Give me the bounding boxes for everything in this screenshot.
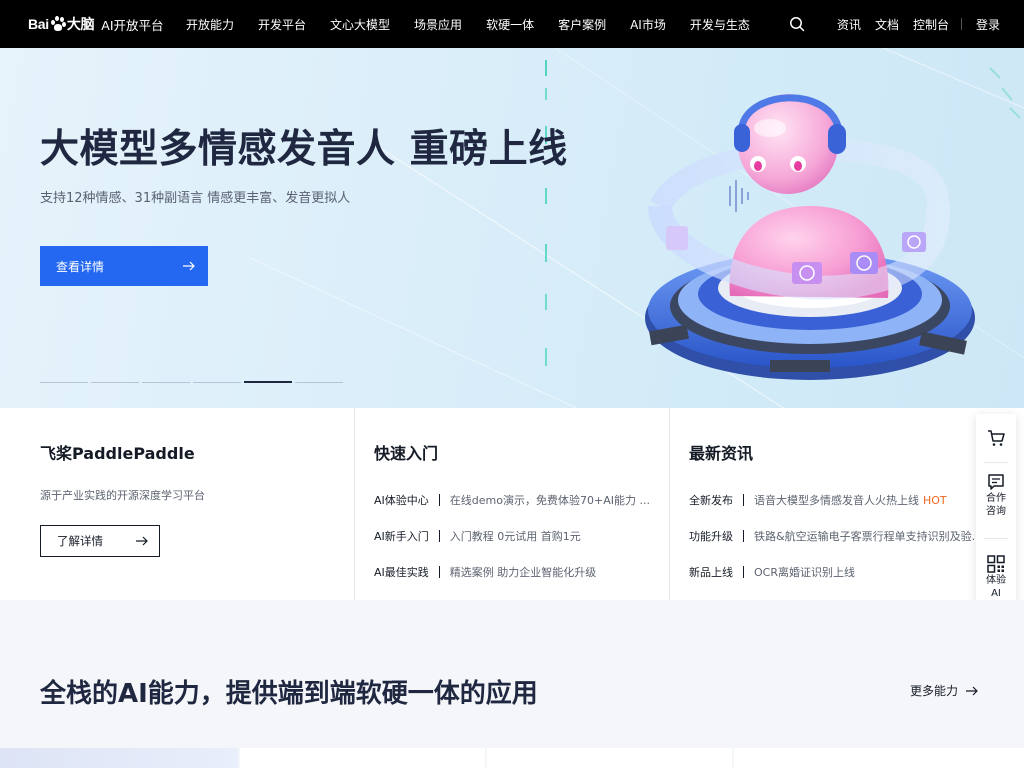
- capability-card[interactable]: [0, 748, 238, 768]
- search-icon[interactable]: [789, 16, 805, 32]
- quickstart-item-key: AI体验中心: [374, 494, 429, 507]
- carousel-dot[interactable]: [91, 382, 139, 383]
- carousel-dot[interactable]: [40, 382, 88, 383]
- capability-card[interactable]: [734, 748, 1024, 768]
- item-separator: [743, 566, 744, 578]
- quickstart-list: AI体验中心 在线demo演示，免费体验70+AI能力 ... AI新手入门 入…: [374, 482, 664, 590]
- arrow-right-icon: [136, 536, 148, 546]
- nav-right-links: 资讯 文档 控制台 登录: [789, 0, 1000, 48]
- baidu-logo[interactable]: Bai 大脑: [28, 14, 95, 34]
- news-item-key: 全新发布: [689, 494, 733, 507]
- item-separator: [743, 494, 744, 506]
- hot-badge: HOT: [923, 493, 947, 507]
- paddle-title: 飞桨PaddlePaddle: [40, 444, 195, 463]
- quickstart-card: 快速入门 AI体验中心 在线demo演示，免费体验70+AI能力 ... AI新…: [355, 408, 670, 600]
- quickstart-item-value: 精选案例 助力企业智能化升级: [449, 566, 597, 579]
- carousel-dot[interactable]: [193, 382, 241, 383]
- news-item[interactable]: 新品上线 OCR离婚证识别上线: [689, 554, 989, 590]
- news-item-value: 语音大模型多情感发音人火热上线: [754, 494, 919, 507]
- nav-item-dev-platform[interactable]: 开发平台: [258, 16, 306, 33]
- hero-title: 大模型多情感发音人 重磅上线: [40, 127, 568, 172]
- news-card: 最新资讯 全新发布 语音大模型多情感发音人火热上线 HOT 功能升级 铁路&航空…: [670, 408, 1024, 600]
- quickstart-item[interactable]: AI新手入门 入门教程 0元试用 首购1元: [374, 518, 664, 554]
- consult-label-1: 合作: [986, 493, 1006, 504]
- quickstart-item-key: AI新手入门: [374, 530, 429, 543]
- capability-title: 全栈的AI能力，提供端到端软硬一体的应用: [40, 679, 538, 709]
- nav-item-ecosystem[interactable]: 开发与生态: [690, 16, 750, 33]
- quickstart-title: 快速入门: [374, 444, 439, 463]
- news-item-key: 新品上线: [689, 566, 733, 579]
- main-nav: 开放能力 开发平台 文心大模型 场景应用 软硬一体 客户案例 AI市场 开发与生…: [186, 0, 774, 48]
- top-navigation-bar: Bai 大脑 AI开放平台 开放能力 开发平台 文心大模型 场景应用 软硬一体 …: [0, 0, 1024, 48]
- logo-text-danao: 大脑: [66, 16, 95, 32]
- view-details-button[interactable]: 查看详情: [40, 246, 208, 286]
- nav-item-hardware[interactable]: 软硬一体: [486, 16, 534, 33]
- item-separator: [743, 530, 744, 542]
- news-item[interactable]: 功能升级 铁路&航空运输电子客票行程单支持识别及验...: [689, 518, 989, 554]
- item-separator: [438, 530, 440, 542]
- brand[interactable]: Bai 大脑 AI开放平台: [28, 12, 164, 36]
- news-item-key: 功能升级: [689, 530, 733, 543]
- nav-item-ernie-model[interactable]: 文心大模型: [330, 16, 390, 33]
- nav-link-docs[interactable]: 文档: [875, 16, 899, 33]
- consult-button[interactable]: 合作 咨询: [976, 472, 1016, 518]
- learn-more-label: 了解详情: [57, 534, 103, 548]
- toolbar-divider: [984, 462, 1008, 463]
- paddle-card[interactable]: 飞桨PaddlePaddle 源于产业实践的开源深度学习平台 了解详情: [0, 408, 355, 600]
- carousel-dot[interactable]: [295, 382, 343, 383]
- hero-subtitle: 支持12种情感、31种副语言 情感更丰富、发音更拟人: [40, 191, 351, 206]
- cart-button[interactable]: [976, 428, 1016, 448]
- toolbar-divider: [984, 538, 1008, 539]
- more-capabilities-link[interactable]: 更多能力: [910, 682, 980, 699]
- nav-link-news[interactable]: 资讯: [837, 16, 861, 33]
- news-item[interactable]: 全新发布 语音大模型多情感发音人火热上线 HOT: [689, 482, 989, 518]
- view-details-label: 查看详情: [56, 259, 105, 274]
- baidu-paw-icon: [50, 16, 66, 32]
- news-title: 最新资讯: [689, 444, 754, 463]
- platform-subtitle[interactable]: AI开放平台: [101, 15, 163, 34]
- arrow-right-icon: [183, 261, 195, 271]
- carousel-dot[interactable]: [244, 381, 292, 383]
- capability-section: 全栈的AI能力，提供端到端软硬一体的应用 更多能力: [0, 600, 1024, 768]
- news-list: 全新发布 语音大模型多情感发音人火热上线 HOT 功能升级 铁路&航空运输电子客…: [689, 482, 989, 590]
- cart-icon: [988, 430, 1005, 446]
- logo-text-bai: Bai: [28, 16, 49, 32]
- carousel-dot[interactable]: [142, 382, 190, 383]
- nav-item-ai-market[interactable]: AI市场: [630, 16, 666, 33]
- capability-card[interactable]: [487, 748, 732, 768]
- nav-item-scenarios[interactable]: 场景应用: [414, 16, 462, 33]
- capability-card[interactable]: [240, 748, 485, 768]
- arrow-right-icon: [966, 686, 978, 695]
- capability-cards-row: [0, 748, 1024, 768]
- quickstart-item-key: AI最佳实践: [374, 566, 429, 579]
- quickstart-item-value: 入门教程 0元试用 首购1元: [449, 530, 581, 543]
- nav-item-open-capability[interactable]: 开放能力: [186, 16, 234, 33]
- try-ai-label-1: 体验: [986, 575, 1006, 586]
- nav-item-cases[interactable]: 客户案例: [558, 16, 606, 33]
- news-item-value: OCR离婚证识别上线: [754, 566, 855, 579]
- paddle-description: 源于产业实践的开源深度学习平台: [40, 489, 205, 502]
- qrcode-icon: [987, 555, 1005, 573]
- nav-link-console[interactable]: 控制台: [913, 16, 949, 33]
- item-separator: [438, 494, 440, 506]
- news-item-value: 铁路&航空运输电子客票行程单支持识别及验...: [754, 530, 983, 543]
- message-icon: [988, 474, 1004, 490]
- feature-cards: 飞桨PaddlePaddle 源于产业实践的开源深度学习平台 了解详情 快速入门…: [0, 408, 1024, 600]
- learn-more-button[interactable]: 了解详情: [40, 525, 160, 557]
- nav-divider: [960, 18, 962, 30]
- try-ai-button[interactable]: 体验 AI: [976, 554, 1016, 600]
- quickstart-item[interactable]: AI体验中心 在线demo演示，免费体验70+AI能力 ...: [374, 482, 664, 518]
- carousel-indicators: [40, 381, 346, 383]
- hero-banner[interactable]: 大模型多情感发音人 重磅上线 支持12种情感、31种副语言 情感更丰富、发音更拟…: [0, 48, 1024, 408]
- quickstart-item[interactable]: AI最佳实践 精选案例 助力企业智能化升级: [374, 554, 664, 590]
- quickstart-item-value: 在线demo演示，免费体验70+AI能力 ...: [449, 494, 650, 507]
- consult-label-2: 咨询: [986, 506, 1006, 517]
- try-ai-label-2: AI: [991, 588, 1001, 599]
- floating-toolbar: 合作 咨询 体验 AI: [976, 414, 1016, 620]
- item-separator: [438, 566, 440, 578]
- robot-illustration: [645, 94, 975, 380]
- more-capabilities-label: 更多能力: [910, 684, 959, 698]
- login-link[interactable]: 登录: [976, 16, 1000, 33]
